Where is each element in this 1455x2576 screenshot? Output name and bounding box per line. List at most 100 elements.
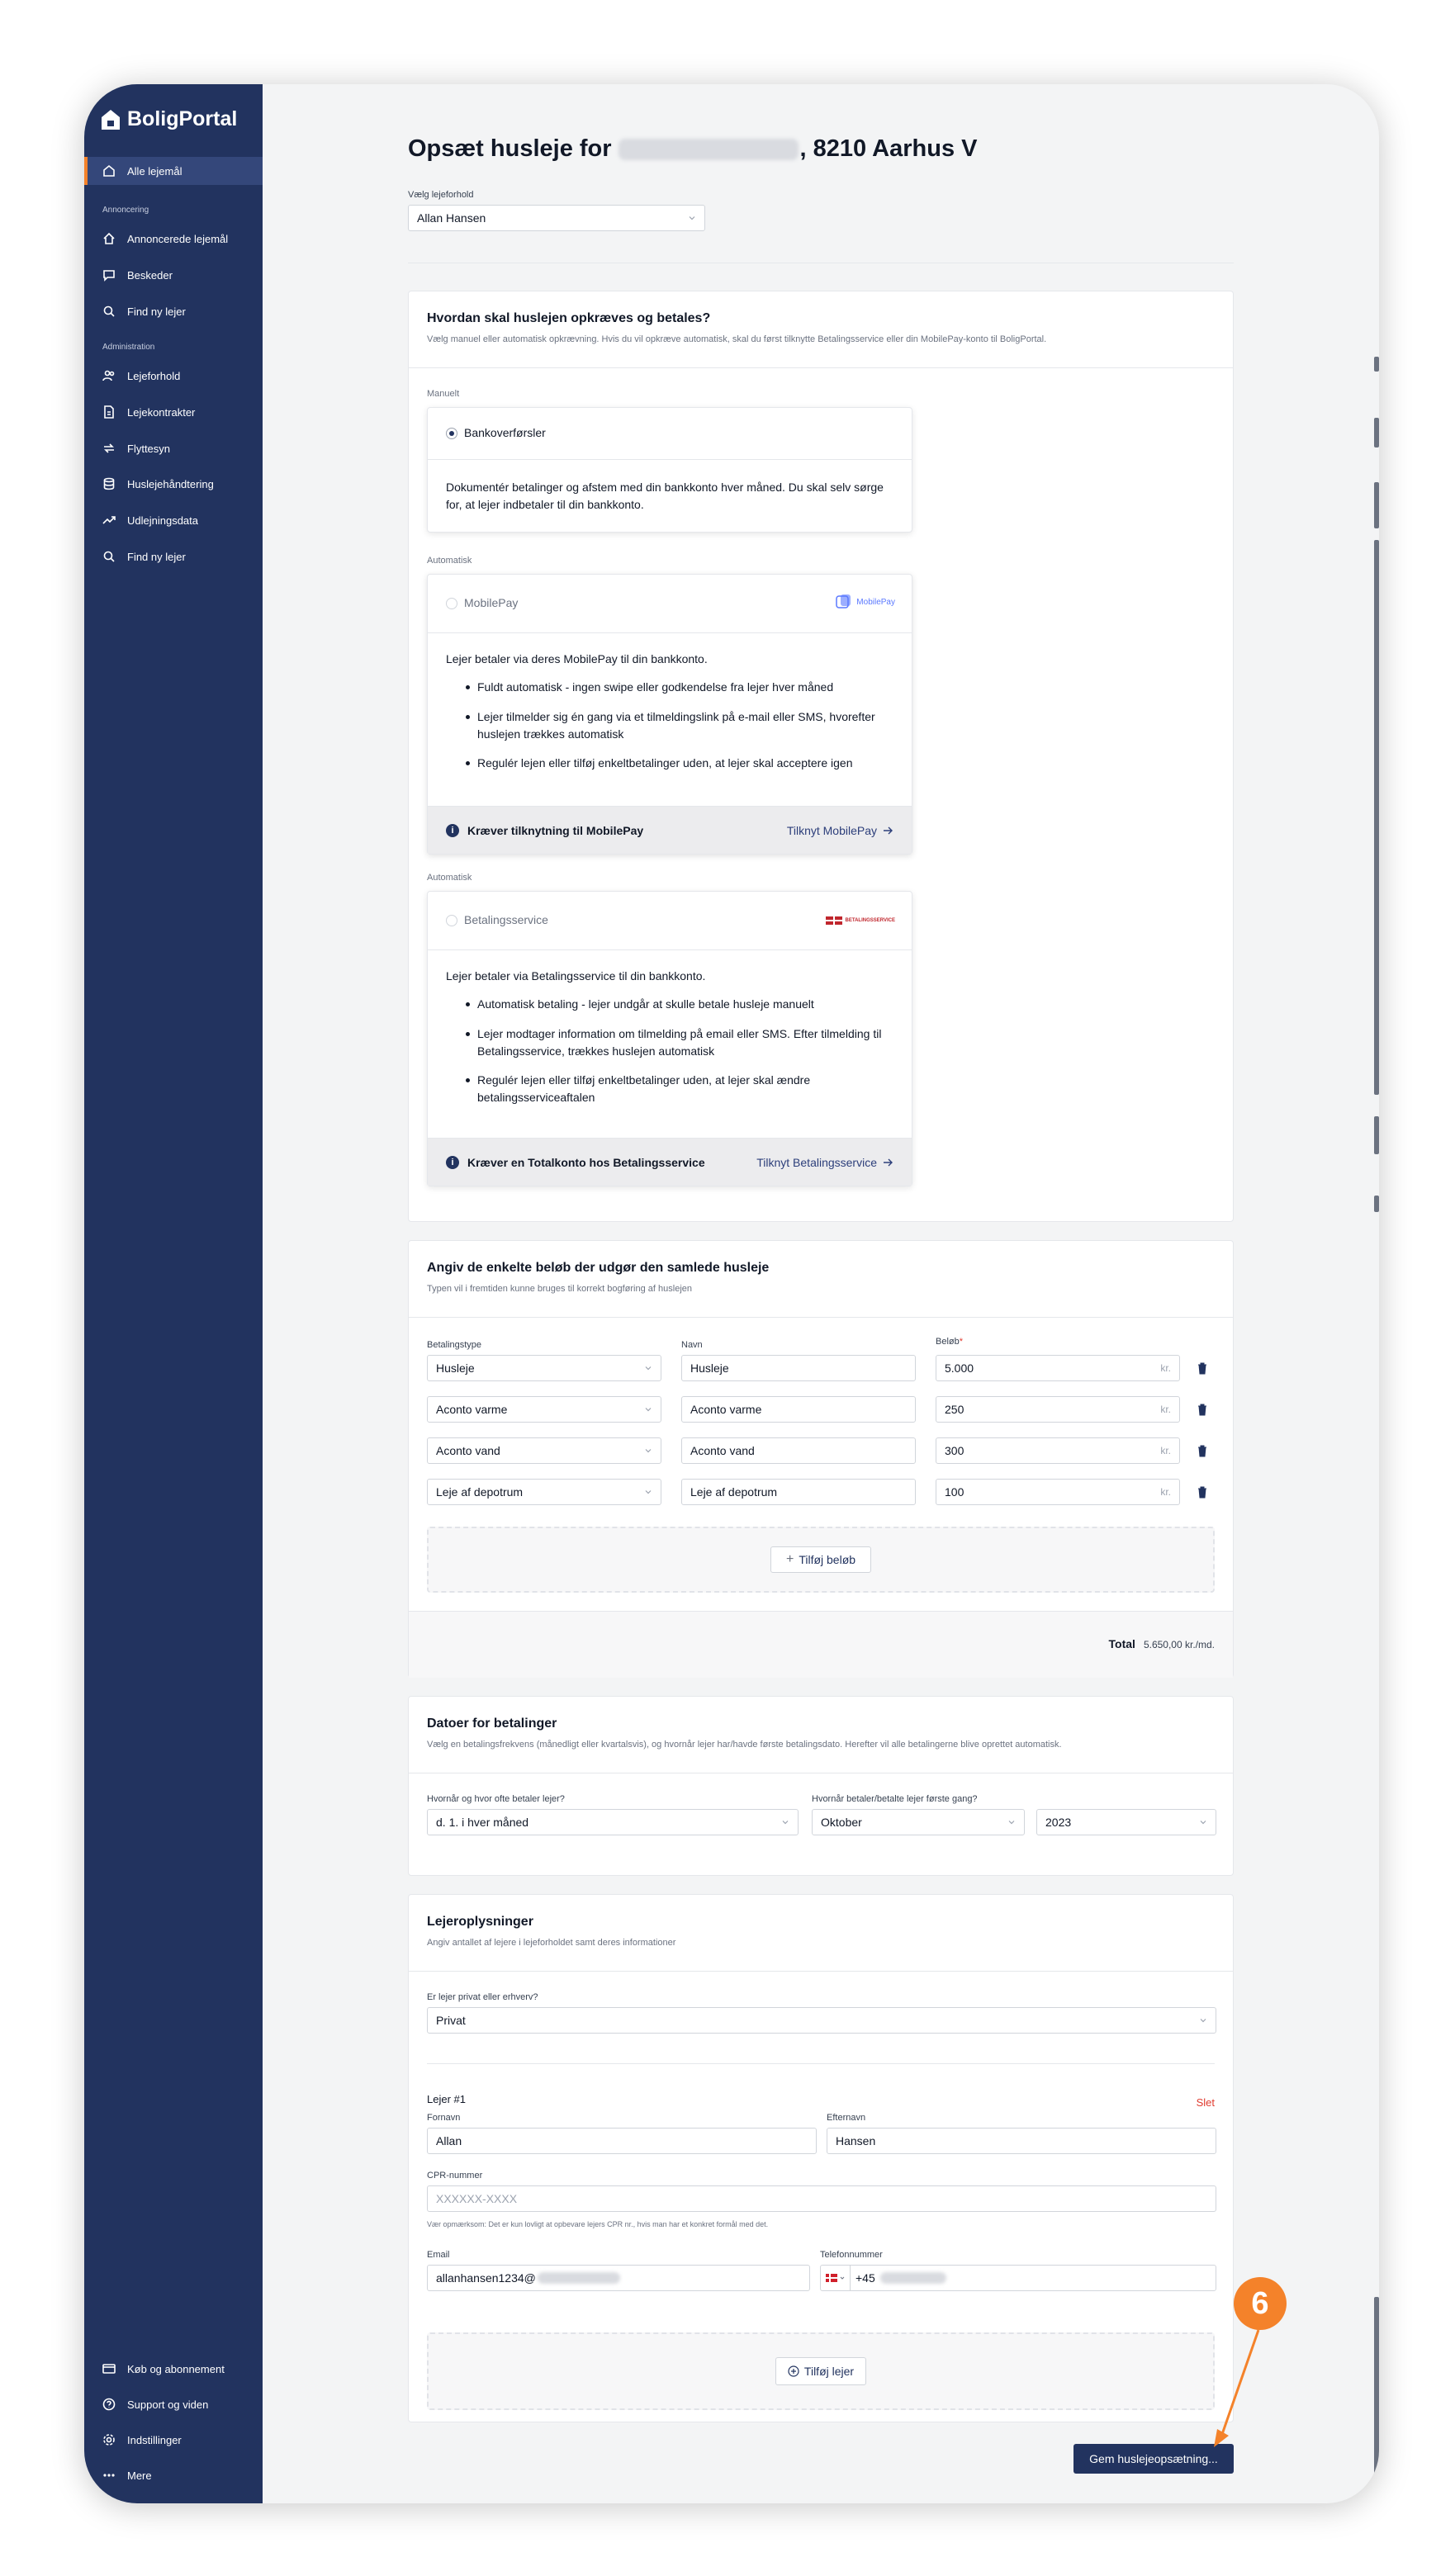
amount-name-field[interactable]: Aconto varme [681,1396,916,1423]
add-amount-button[interactable]: + Tilføj beløb [770,1546,871,1573]
frequency-select[interactable]: d. 1. i hver måned [427,1809,799,1835]
amount-value-field[interactable]: 5.000 kr. [936,1355,1180,1381]
amount-value: 250 [945,1403,964,1416]
trash-icon[interactable] [1197,1361,1208,1375]
divider [428,459,912,460]
betalingsservice-logo-text: BETALINGSSERVICE [845,918,895,923]
option-bankoverfoersler[interactable]: Bankoverførsler Dokumentér betalinger og… [427,407,912,533]
amount-name-field[interactable]: Aconto vand [681,1437,916,1464]
more-dots-icon [103,2474,115,2477]
amount-value: 300 [945,1444,964,1457]
amount-value: 5.000 [945,1361,974,1375]
users-icon [102,370,115,381]
sidebar-item-label: Udlejningsdata [127,514,199,527]
sidebar-item-label: Flyttesyn [127,442,171,455]
sidebar-item-flyttesyn[interactable]: Flyttesyn [84,434,263,462]
trash-icon[interactable] [1197,1403,1208,1416]
column-header-amount: Beløb* [936,1337,963,1347]
email-field[interactable]: allanhansen1234@ [427,2265,810,2291]
mobilepay-logo-text: MobilePay [856,597,895,607]
sidebar-item-find-ny-lejer-2[interactable]: Find ny lejer [84,542,263,571]
link-tilknyt-betalingsservice[interactable]: Tilknyt Betalingsservice [756,1156,893,1169]
chevron-down-icon [840,2276,845,2280]
tenant-select[interactable]: Allan Hansen [408,205,705,231]
amounts-subtitle: Typen vil i fremtiden kunne bruges til k… [427,1284,692,1294]
country-code-select[interactable] [821,2266,851,2290]
amount-name-field[interactable]: Husleje [681,1355,916,1381]
amount-name-field[interactable]: Leje af depotrum [681,1479,916,1505]
group-label-auto-2: Automatisk [427,873,472,883]
sidebar-item-lejekontrakter[interactable]: Lejekontrakter [84,398,263,426]
radio-betalingsservice[interactable] [446,915,457,926]
radio-mobilepay[interactable] [446,598,457,609]
sidebar-item-support[interactable]: Support og viden [84,2390,263,2418]
sidebar-item-indstillinger[interactable]: Indstillinger [84,2426,263,2454]
sidebar-item-annoncerede[interactable]: Annoncerede lejemål [84,225,263,253]
chevron-down-icon [1200,2019,1206,2023]
column-header-amount-label: Beløb [936,1337,960,1347]
dates-title: Datoer for betalinger [427,1717,557,1731]
radio-bankoverfoersler[interactable] [446,428,457,439]
option-bullet: Fuldt automatisk - ingen swipe eller god… [466,679,907,696]
payment-type-value: Aconto varme [436,1403,508,1416]
home-icon [103,232,115,244]
option-description: Dokumentér betalinger og afstem med din … [446,481,884,511]
delete-tenant-link[interactable]: Slet [1197,2096,1215,2109]
payment-type-select[interactable]: Husleje [427,1355,661,1381]
annotation-arrow-icon [1214,2329,1260,2447]
sidebar-item-mere[interactable]: Mere [84,2461,263,2489]
arrow-right-icon [884,826,893,834]
year-select[interactable]: 2023 [1036,1809,1216,1835]
payment-type-select[interactable]: Leje af depotrum [427,1479,661,1505]
info-icon: i [446,1155,459,1169]
cpr-label: CPR-nummer [427,2171,483,2181]
sidebar-item-label: Indstillinger [127,2433,182,2446]
option-footer-note: Kræver en Totalkonto hos Betalingsservic… [467,1155,705,1169]
sidebar-item-udlejningsdata[interactable]: Udlejningsdata [84,506,263,534]
trash-icon[interactable] [1197,1485,1208,1499]
cpr-field[interactable]: XXXXXX-XXXX [427,2185,1216,2212]
chevron-down-icon [645,1408,652,1412]
divider [409,1317,1233,1318]
sidebar-item-find-ny-lejer[interactable]: Find ny lejer [84,297,263,325]
logo[interactable]: BoligPortal [101,107,237,131]
amount-value-field[interactable]: 100 kr. [936,1479,1180,1505]
chevron-down-icon [645,1366,652,1371]
chevron-down-icon [645,1449,652,1453]
amount-value-field[interactable]: 300 kr. [936,1437,1180,1464]
sidebar-item-koeb[interactable]: Køb og abonnement [84,2355,263,2383]
firstname-field[interactable]: Allan [427,2128,817,2154]
currency-suffix: kr. [1160,1445,1171,1456]
lastname-field[interactable]: Hansen [827,2128,1216,2154]
amount-value-field[interactable]: 250 kr. [936,1396,1180,1423]
payment-type-select[interactable]: Aconto varme [427,1396,661,1423]
payment-type-select[interactable]: Aconto vand [427,1437,661,1464]
sidebar-section-annoncering: Annoncering [102,206,149,215]
payment-type-value: Husleje [436,1361,475,1375]
link-tilknyt-mobilepay[interactable]: Tilknyt MobilePay [787,824,893,837]
option-name: Bankoverførsler [464,426,546,439]
sidebar-item-lejeforhold[interactable]: Lejeforhold [84,362,263,390]
betalingsservice-icon [825,916,842,925]
trash-icon[interactable] [1197,1444,1208,1457]
mobilepay-logo: MobilePay [835,593,895,611]
option-mobilepay[interactable]: MobilePay MobilePay Lejer betaler via de… [427,574,912,855]
redacted-address [618,138,799,160]
chevron-down-icon [1200,1821,1206,1825]
sidebar-item-beskeder[interactable]: Beskeder [84,261,263,289]
sidebar-item-alle-lejemaal[interactable]: Alle lejemål [84,157,263,185]
option-betalingsservice[interactable]: Betalingsservice BETALINGSSERVICE Lejer … [427,891,912,1186]
currency-suffix: kr. [1160,1486,1171,1498]
tenant-type-select[interactable]: Privat [427,2007,1216,2034]
sidebar-item-label: Find ny lejer [127,550,186,563]
payment-method-title: Hvordan skal huslejen opkræves og betale… [427,311,711,325]
link-label: Tilknyt MobilePay [786,823,877,837]
sidebar-item-huslejehaandtering[interactable]: Huslejehåndtering [84,470,263,498]
add-tenant-button[interactable]: Tilføj lejer [775,2357,866,2385]
month-select[interactable]: Oktober [812,1809,1025,1835]
tenants-card: Lejeroplysninger Angiv antallet af lejer… [408,1894,1234,2422]
phone-field[interactable]: +45 [820,2265,1216,2291]
plus-icon: + [785,1552,794,1566]
chevron-down-icon [782,1821,789,1825]
tenants-title: Lejeroplysninger [427,1915,533,1929]
